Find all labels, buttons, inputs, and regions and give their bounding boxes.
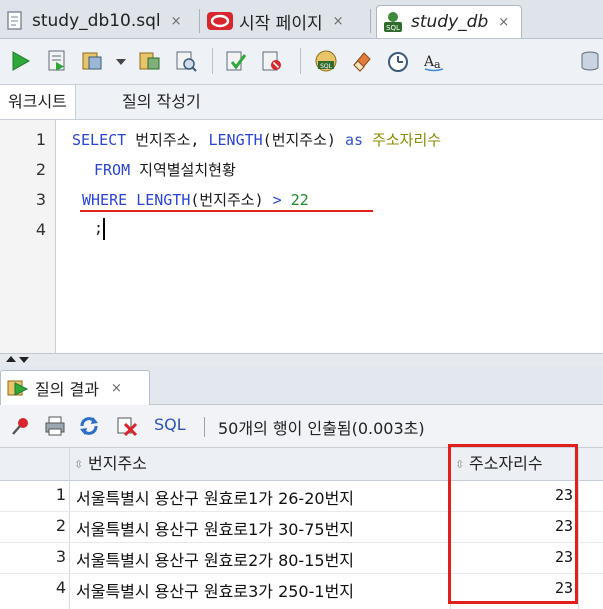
- tab-query-result[interactable]: 질의 결과 ×: [0, 370, 150, 405]
- line-number: 3: [35, 190, 46, 209]
- tab-study-db10-sql[interactable]: study_db10.sql ×: [6, 5, 182, 37]
- address-cell[interactable]: 서울특별시 용산구 원효로1가 30-75번지: [76, 516, 354, 540]
- query-result-icon: [7, 380, 29, 396]
- code-text: (번지주소): [262, 131, 345, 149]
- svg-text:SQL: SQL: [386, 24, 400, 32]
- column-header-address[interactable]: ⇳ 번지주소: [74, 448, 147, 480]
- print-icon[interactable]: [44, 415, 66, 437]
- tab-worksheet[interactable]: 워크시트: [0, 85, 76, 119]
- row-number: 4: [55, 578, 66, 597]
- number-literal: 22: [290, 191, 309, 209]
- code-line-4: ;: [94, 219, 103, 237]
- keyword-as: as: [344, 131, 364, 149]
- panel-splitter[interactable]: [0, 353, 603, 367]
- code-line-1: SELECT 번지주소, LENGTH(번지주소) as 주소자리수: [72, 129, 441, 150]
- tab-label: 시작 페이지: [239, 13, 323, 34]
- tab-label: 질의 결과: [35, 380, 99, 399]
- address-cell[interactable]: 서울특별시 용산구 원효로3가 250-1번지: [76, 578, 354, 602]
- row-number: 1: [55, 485, 66, 504]
- row-number: 2: [55, 516, 66, 535]
- code-text: 번지주소,: [126, 131, 209, 149]
- column-alias: 주소자리수: [372, 131, 442, 149]
- tab-divider: [370, 9, 371, 33]
- keyword-length: LENGTH: [208, 131, 263, 149]
- text-cursor: [103, 218, 105, 240]
- tab-study-db[interactable]: SQL study_db ×: [376, 5, 522, 38]
- sort-icon[interactable]: ⇳: [74, 458, 85, 471]
- line-number: 1: [35, 130, 46, 149]
- clear-eraser-icon[interactable]: [350, 49, 374, 73]
- worksheet-toolbar: SQL A a: [0, 39, 603, 85]
- tab-label: study_db10.sql: [32, 11, 161, 31]
- line-number: 2: [35, 160, 46, 179]
- explain-plan-icon[interactable]: [138, 49, 162, 73]
- close-icon[interactable]: ×: [171, 14, 182, 29]
- close-icon[interactable]: ×: [333, 14, 344, 29]
- keyword-where: WHERE: [82, 191, 128, 209]
- toolbar-divider: [204, 417, 205, 437]
- result-tab-bar: 질의 결과 ×: [0, 366, 603, 405]
- line-number: 4: [35, 220, 46, 239]
- highlight-box: [448, 444, 578, 604]
- sql-editor[interactable]: SELECT 번지주소, LENGTH(번지주소) as 주소자리수 FROM …: [56, 120, 603, 353]
- code-text: 지역별설치현황: [130, 161, 236, 179]
- sql-button[interactable]: SQL: [154, 415, 186, 434]
- code-text: ;: [94, 219, 104, 237]
- toolbar-divider: [300, 48, 301, 74]
- address-cell[interactable]: 서울특별시 용산구 원효로1가 26-20번지: [76, 485, 354, 509]
- refresh-icon[interactable]: [78, 415, 100, 437]
- autotrace-icon[interactable]: [80, 49, 104, 73]
- run-statement-icon[interactable]: [8, 49, 32, 73]
- close-icon[interactable]: ×: [111, 381, 122, 396]
- highlight-underline: [80, 210, 373, 212]
- collapse-up-icon[interactable]: [6, 356, 16, 362]
- sql-monitor-icon[interactable]: [386, 49, 410, 73]
- database-connection-icon[interactable]: [578, 49, 602, 73]
- operator: >: [272, 191, 282, 209]
- line-number-gutter: 1 2 3 4: [0, 120, 55, 353]
- tab-label: study_db: [411, 12, 489, 32]
- code-text: (번지주소): [190, 191, 273, 209]
- toolbar-divider: [212, 48, 213, 74]
- sql-worksheet-icon: SQL: [384, 12, 402, 32]
- result-toolbar: SQL 50개의 행이 인출됨(0.003초): [0, 405, 603, 448]
- keyword-from: FROM: [94, 161, 131, 179]
- worksheet-subtab-bar: 워크시트 질의 작성기: [0, 85, 603, 120]
- fetch-status: 50개의 행이 인출됨(0.003초): [218, 419, 425, 438]
- commit-icon[interactable]: [224, 49, 248, 73]
- keyword-length: LENGTH: [136, 191, 191, 209]
- tab-query-builder[interactable]: 질의 작성기: [122, 85, 201, 119]
- pin-icon[interactable]: [10, 415, 32, 437]
- oracle-logo-icon: [207, 12, 233, 30]
- code-line-2: FROM 지역별설치현황: [94, 159, 236, 180]
- column-header-label: 번지주소: [88, 454, 147, 473]
- row-number: 3: [55, 547, 66, 566]
- sql-tuning-icon[interactable]: [174, 49, 198, 73]
- rollback-icon[interactable]: [260, 49, 284, 73]
- tab-divider: [199, 9, 200, 33]
- code-line-3: WHERE LENGTH(번지주소) > 22: [82, 189, 309, 210]
- svg-text:SQL: SQL: [320, 63, 333, 70]
- keyword-select: SELECT: [72, 131, 127, 149]
- address-cell[interactable]: 서울특별시 용산구 원효로2가 80-15번지: [76, 547, 354, 571]
- cancel-query-icon[interactable]: [116, 415, 138, 437]
- format-text-icon[interactable]: A a: [422, 49, 446, 73]
- sql-history-icon[interactable]: SQL: [314, 49, 338, 73]
- sql-file-icon: [7, 11, 22, 30]
- chevron-down-icon[interactable]: [116, 59, 126, 65]
- tab-start-page[interactable]: 시작 페이지 ×: [207, 5, 344, 37]
- document-tab-bar: study_db10.sql × 시작 페이지 × SQL study_db ×: [0, 0, 603, 39]
- close-icon[interactable]: ×: [498, 15, 509, 30]
- collapse-down-icon[interactable]: [19, 357, 29, 363]
- run-script-icon[interactable]: [45, 49, 69, 73]
